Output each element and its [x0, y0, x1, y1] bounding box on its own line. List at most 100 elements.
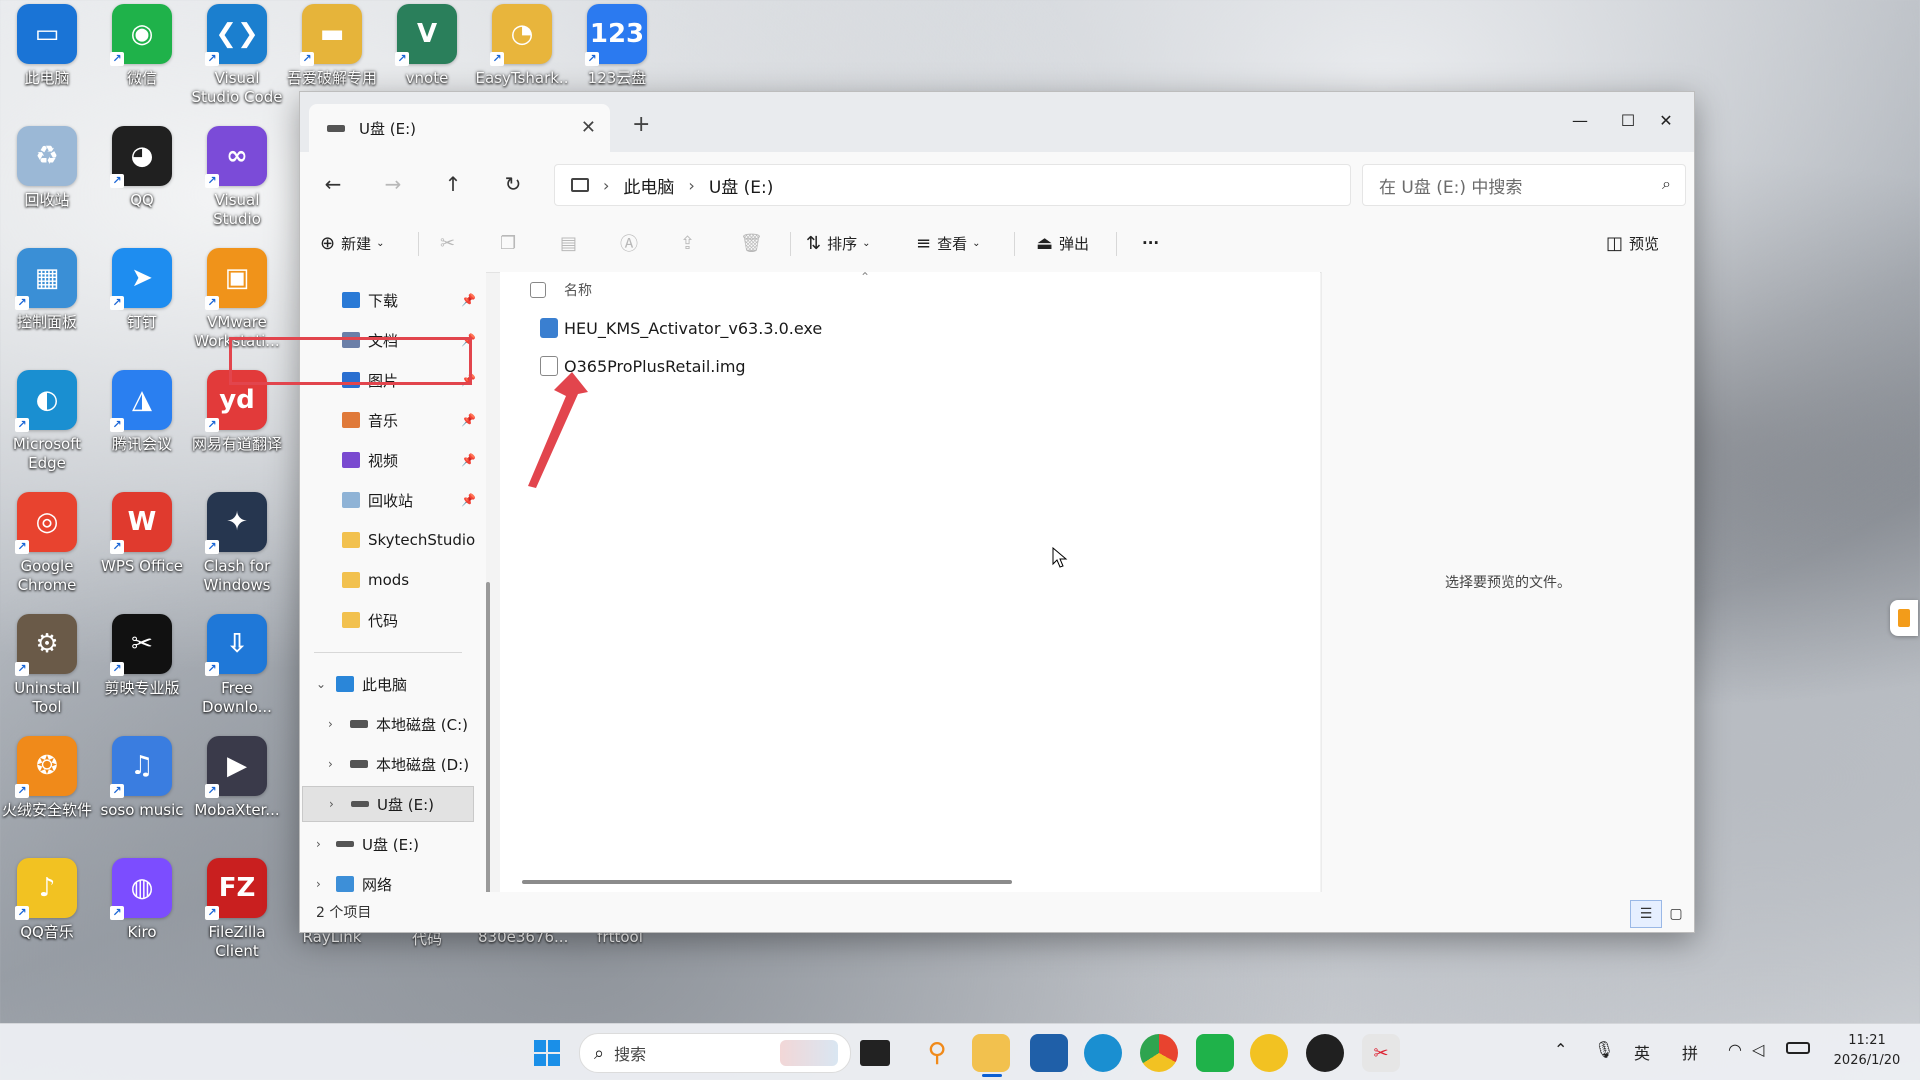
refresh-icon[interactable]: ↻	[499, 170, 527, 198]
close-button[interactable]: ✕	[1638, 102, 1694, 138]
desktop-icon[interactable]: ✂ ↗ 剪映专业版	[95, 614, 189, 730]
store-taskbar-icon[interactable]	[1030, 1034, 1068, 1072]
desktop-icon[interactable]: ⇩ ↗ Free Downlo...	[190, 614, 284, 730]
chrome-taskbar-icon[interactable]	[1140, 1034, 1178, 1072]
wifi-icon[interactable]: ◠	[1728, 1040, 1742, 1059]
breadcrumb-this-pc[interactable]: 此电脑	[623, 173, 674, 198]
chevron-right-icon[interactable]: ›	[329, 797, 334, 811]
cut-icon[interactable]: ✂	[440, 228, 461, 258]
sidebar-item[interactable]: 代码	[300, 602, 486, 638]
chevron-right-icon[interactable]: ›	[316, 877, 321, 891]
paste-icon[interactable]: ▤	[560, 228, 583, 258]
sidebar-item[interactable]: SkytechStudio	[300, 522, 486, 558]
pin-icon[interactable]: 📌	[461, 493, 476, 507]
battery-icon[interactable]	[1786, 1042, 1810, 1054]
file-explorer-taskbar-icon[interactable]	[972, 1034, 1010, 1072]
new-tab-button[interactable]: +	[632, 112, 650, 137]
desktop-icon[interactable]: FZ ↗ FileZilla Client	[190, 858, 284, 974]
address-bar[interactable]: › 此电脑 › U盘 (E:)	[554, 164, 1351, 206]
magnifier-app-icon[interactable]: ⚲	[918, 1034, 956, 1072]
microphone-icon[interactable]: 🎙	[1594, 1040, 1614, 1059]
desktop-icon[interactable]: ▶ ↗ MobaXter...	[190, 736, 284, 852]
chevron-right-icon[interactable]: ›	[328, 717, 333, 731]
sort-button[interactable]: ⇅ 排序 ⌄	[806, 228, 871, 258]
desktop-icon[interactable]: ◐ ↗ Microsoft Edge	[0, 370, 94, 486]
sidebar-item[interactable]: 视频 📌	[300, 442, 486, 478]
sidebar-item-drive-d[interactable]: › 本地磁盘 (D:)	[300, 746, 486, 782]
sidebar-scrollbar[interactable]	[486, 582, 490, 918]
chevron-right-icon[interactable]: ›	[316, 837, 321, 851]
sidebar-item-this-pc[interactable]: ⌄ 此电脑	[300, 666, 486, 702]
desktop-icon[interactable]: ⚙ ↗ Uninstall Tool	[0, 614, 94, 730]
app-icon: ◍ ↗	[110, 858, 172, 920]
chevron-down-icon[interactable]: ⌄	[316, 677, 326, 691]
desktop-icon[interactable]: ◉ ↗ 微信	[95, 4, 189, 120]
tiles-view-icon[interactable]: ▢	[1660, 900, 1692, 928]
details-view-icon[interactable]: ☰	[1630, 900, 1662, 928]
windows-start-icon[interactable]	[528, 1034, 566, 1072]
desktop-icon[interactable]: ♪ ↗ QQ音乐	[0, 858, 94, 974]
tab-usb-drive[interactable]: U盘 (E:) ✕	[309, 104, 610, 152]
eject-button[interactable]: ⏏ 弹出	[1036, 228, 1089, 258]
up-arrow-icon[interactable]: ↑	[439, 170, 467, 198]
more-options-button[interactable]: ···	[1142, 228, 1159, 258]
snipping-tool-taskbar-icon[interactable]: ✂	[1362, 1034, 1400, 1072]
back-arrow-icon[interactable]: ←	[319, 170, 347, 198]
share-icon[interactable]: ⇪	[680, 228, 701, 258]
show-hidden-icons-chevron-up-icon[interactable]: ⌃	[1554, 1040, 1567, 1059]
copy-icon[interactable]: ❐	[500, 228, 522, 258]
select-all-checkbox[interactable]	[530, 282, 546, 298]
preview-pane-button[interactable]: ◫ 预览	[1606, 228, 1659, 258]
edge-taskbar-icon[interactable]	[1084, 1034, 1122, 1072]
tab-close-icon[interactable]: ✕	[581, 117, 596, 138]
sidebar-item[interactable]: 回收站 📌	[300, 482, 486, 518]
taskbar-clock[interactable]: 11:21 2026/1/20	[1826, 1031, 1908, 1071]
breadcrumb-usb-drive[interactable]: U盘 (E:)	[709, 173, 774, 198]
volume-icon[interactable]: ◁	[1752, 1040, 1764, 1059]
new-button[interactable]: ⊕ 新建 ⌄	[320, 228, 385, 258]
column-name-header[interactable]: 名称	[564, 280, 592, 300]
desktop-icon[interactable]: ▭ 此电脑	[0, 4, 94, 120]
file-row[interactable]: HEU_KMS_Activator_v63.3.0.exe	[540, 312, 822, 344]
desktop-icon[interactable]: ∞ ↗ Visual Studio	[190, 126, 284, 242]
task-view-icon[interactable]	[860, 1040, 890, 1066]
desktop-icon[interactable]: W ↗ WPS Office	[95, 492, 189, 608]
forward-arrow-icon[interactable]: →	[379, 170, 407, 198]
desktop-icon[interactable]: ◍ ↗ Kiro	[95, 858, 189, 974]
pin-icon[interactable]: 📌	[461, 413, 476, 427]
delete-icon[interactable]: 🗑	[740, 228, 769, 258]
sidebar-item-drive-e[interactable]: › U盘 (E:)	[302, 786, 474, 822]
desktop-icon[interactable]: ♻ 回收站	[0, 126, 94, 242]
desktop-icon[interactable]: ◎ ↗ Google Chrome	[0, 492, 94, 608]
sidebar-item-drive-c[interactable]: › 本地磁盘 (C:)	[300, 706, 486, 742]
sidebar-item[interactable]: 下载 📌	[300, 282, 486, 318]
search-box[interactable]: 在 U盘 (E:) 中搜索 ⌕	[1362, 164, 1686, 206]
qq-taskbar-icon[interactable]	[1306, 1034, 1344, 1072]
floating-widget[interactable]	[1890, 600, 1918, 636]
desktop-icon[interactable]: ♫ ↗ soso music	[95, 736, 189, 852]
taskbar-search[interactable]: ⌕ 搜索	[579, 1033, 851, 1073]
pin-icon[interactable]: 📌	[461, 293, 476, 307]
desktop-icon[interactable]: ❂ ↗ 火绒安全软件	[0, 736, 94, 852]
desktop-icon[interactable]: ➤ ↗ 钉钉	[95, 248, 189, 364]
desktop-icon[interactable]: ❮❯ ↗ Visual Studio Code	[190, 4, 284, 120]
qq-music-taskbar-icon[interactable]	[1250, 1034, 1288, 1072]
pin-icon[interactable]: 📌	[461, 453, 476, 467]
desktop-icon[interactable]: ✦ ↗ Clash for Windows	[190, 492, 284, 608]
sidebar-item[interactable]: 音乐 📌	[300, 402, 486, 438]
rename-icon[interactable]: Ⓐ	[620, 228, 644, 258]
desktop-icon[interactable]: ◕ ↗ QQ	[95, 126, 189, 242]
chevron-right-icon[interactable]: ›	[688, 176, 694, 195]
desktop-icon[interactable]: ▦ ↗ 控制面板	[0, 248, 94, 364]
sidebar-item-usb-root[interactable]: › U盘 (E:)	[300, 826, 486, 862]
view-button[interactable]: ≡ 查看 ⌄	[916, 228, 981, 258]
chevron-right-icon[interactable]: ›	[603, 176, 609, 195]
horizontal-scrollbar[interactable]	[522, 880, 1012, 884]
desktop-icon[interactable]: ◮ ↗ 腾讯会议	[95, 370, 189, 486]
ime-pinyin[interactable]: 拼	[1682, 1040, 1698, 1064]
chevron-right-icon[interactable]: ›	[328, 757, 333, 771]
ime-english[interactable]: 英	[1634, 1040, 1650, 1064]
sidebar-item[interactable]: mods	[300, 562, 486, 598]
wechat-taskbar-icon[interactable]	[1196, 1034, 1234, 1072]
desktop-icon[interactable]: yd ↗ 网易有道翻译	[190, 370, 284, 486]
